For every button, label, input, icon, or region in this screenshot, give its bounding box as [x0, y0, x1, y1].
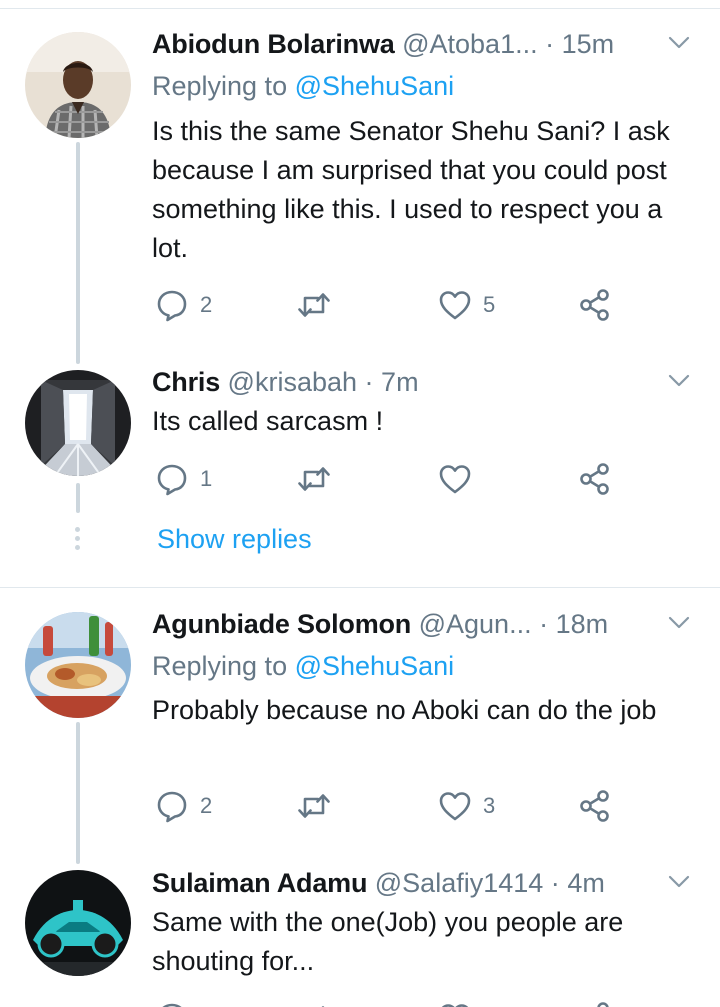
replying-to-mention[interactable]: @ShehuSani [295, 71, 455, 101]
timestamp[interactable]: 18m [556, 609, 609, 639]
chevron-down-icon[interactable] [668, 612, 690, 634]
heart-icon [437, 788, 473, 824]
display-name[interactable]: Abiodun Bolarinwa [152, 29, 395, 59]
reply-count: 1 [200, 466, 213, 491]
like-count: 3 [483, 793, 496, 818]
thread-separator [0, 587, 720, 588]
top-divider [0, 0, 720, 9]
more-replies-dots [75, 527, 81, 554]
thread-line [76, 722, 80, 864]
avatar[interactable] [25, 32, 131, 138]
reply-icon [154, 461, 190, 497]
retweet-icon [296, 287, 332, 323]
share-icon [577, 1000, 613, 1007]
timestamp[interactable]: 7m [381, 367, 419, 397]
user-handle[interactable]: @Atoba1... [402, 29, 538, 59]
share-icon [577, 461, 613, 497]
share-button[interactable] [577, 459, 613, 499]
tweet-text: Same with the one(Job) you people are sh… [152, 907, 624, 976]
display-name[interactable]: Sulaiman Adamu [152, 868, 367, 898]
share-button[interactable] [577, 998, 613, 1007]
reply-icon [154, 1000, 190, 1007]
reply-button[interactable]: 2 [154, 285, 212, 325]
share-button[interactable] [577, 285, 613, 325]
reply-button[interactable] [154, 998, 190, 1007]
avatar[interactable] [25, 870, 131, 976]
reply-count: 2 [200, 292, 213, 317]
timestamp[interactable]: 4m [567, 868, 605, 898]
like-button[interactable] [437, 998, 473, 1007]
chevron-down-icon[interactable] [668, 370, 690, 392]
tweet-header: Agunbiade Solomon @Agun... · 18m [152, 606, 720, 642]
heart-icon [437, 287, 473, 323]
retweet-button[interactable] [296, 285, 342, 325]
separator-dot: · [539, 609, 549, 639]
like-button[interactable]: 3 [437, 786, 495, 826]
share-icon [577, 788, 613, 824]
display-name[interactable]: Agunbiade Solomon [152, 609, 411, 639]
retweet-button[interactable] [296, 786, 342, 826]
display-name[interactable]: Chris [152, 367, 220, 397]
avatar[interactable] [25, 370, 131, 476]
reply-icon [154, 788, 190, 824]
separator-dot: · [545, 29, 555, 59]
tweet-actions: 2 3 [152, 786, 622, 826]
tweet-header: Abiodun Bolarinwa @Atoba1... · 15m [152, 26, 720, 62]
tweet-actions: 2 5 [152, 285, 622, 325]
like-count: 5 [483, 292, 496, 317]
reply-button[interactable]: 1 [154, 459, 212, 499]
tweet-text: Is this the same Senator Shehu Sani? I a… [152, 116, 670, 263]
separator-dot: · [364, 367, 374, 397]
heart-icon [437, 1000, 473, 1007]
tweet-header: Chris @krisabah · 7m [152, 364, 720, 400]
retweet-button[interactable] [296, 459, 342, 499]
retweet-icon [296, 1000, 332, 1007]
replying-to-mention[interactable]: @ShehuSani [295, 651, 455, 681]
timestamp[interactable]: 15m [562, 29, 615, 59]
reply-button[interactable]: 2 [154, 786, 212, 826]
tweet-actions-partial [152, 998, 622, 1007]
replying-to: Replying to @ShehuSani [152, 648, 454, 684]
tweet-actions: 1 [152, 459, 622, 499]
retweet-button[interactable] [296, 998, 332, 1007]
replying-to: Replying to @ShehuSani [152, 68, 454, 104]
tweet-text: Its called sarcasm ! [152, 406, 384, 436]
replying-to-label: Replying to [152, 71, 288, 101]
tweet-text: Probably because no Aboki can do the job [152, 695, 657, 725]
separator-dot: · [550, 868, 560, 898]
avatar[interactable] [25, 612, 131, 718]
like-button[interactable]: 5 [437, 285, 495, 325]
user-handle[interactable]: @Agun... [419, 609, 532, 639]
user-handle[interactable]: @Salafiy1414 [375, 868, 544, 898]
show-replies-link[interactable]: Show replies [157, 524, 312, 555]
replying-to-label: Replying to [152, 651, 288, 681]
reply-count: 2 [200, 793, 213, 818]
share-button[interactable] [577, 786, 613, 826]
tweet-header: Sulaiman Adamu @Salafiy1414 · 4m [152, 865, 720, 901]
chevron-down-icon[interactable] [668, 871, 690, 893]
retweet-icon [296, 461, 332, 497]
heart-icon [437, 461, 473, 497]
like-button[interactable] [437, 459, 483, 499]
share-icon [577, 287, 613, 323]
user-handle[interactable]: @krisabah [228, 367, 357, 397]
retweet-icon [296, 788, 332, 824]
thread-line [76, 142, 80, 364]
chevron-down-icon[interactable] [668, 32, 690, 54]
thread-line [76, 483, 80, 513]
reply-icon [154, 287, 190, 323]
